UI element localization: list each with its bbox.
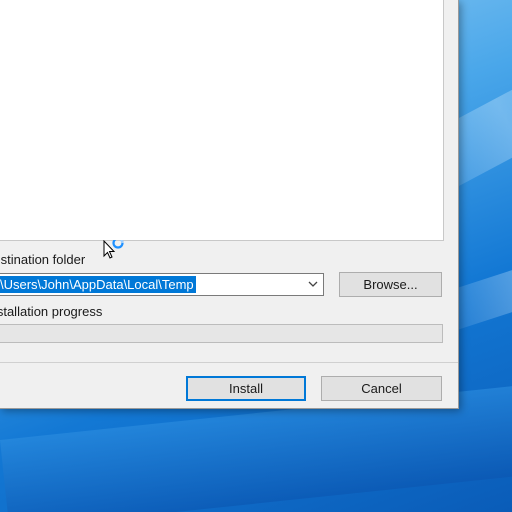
destination-folder-combobox[interactable]: C:\Users\John\AppData\Local\Temp xyxy=(0,273,324,296)
destination-folder-label: Destination folder xyxy=(0,252,86,267)
installation-progress-label: Installation progress xyxy=(0,304,103,319)
install-log-panel[interactable] xyxy=(0,0,444,241)
busy-arrow-cursor-icon xyxy=(103,240,124,259)
destination-folder-value[interactable]: C:\Users\John\AppData\Local\Temp xyxy=(0,276,196,293)
browse-button[interactable]: Browse... xyxy=(339,272,442,297)
installation-progress-bar xyxy=(0,324,443,343)
divider xyxy=(0,362,458,363)
chevron-down-icon[interactable] xyxy=(307,277,319,291)
install-button[interactable]: Install xyxy=(186,376,306,401)
installer-window: Destination folder C:\Users\John\AppData… xyxy=(0,0,459,409)
cancel-button[interactable]: Cancel xyxy=(321,376,442,401)
